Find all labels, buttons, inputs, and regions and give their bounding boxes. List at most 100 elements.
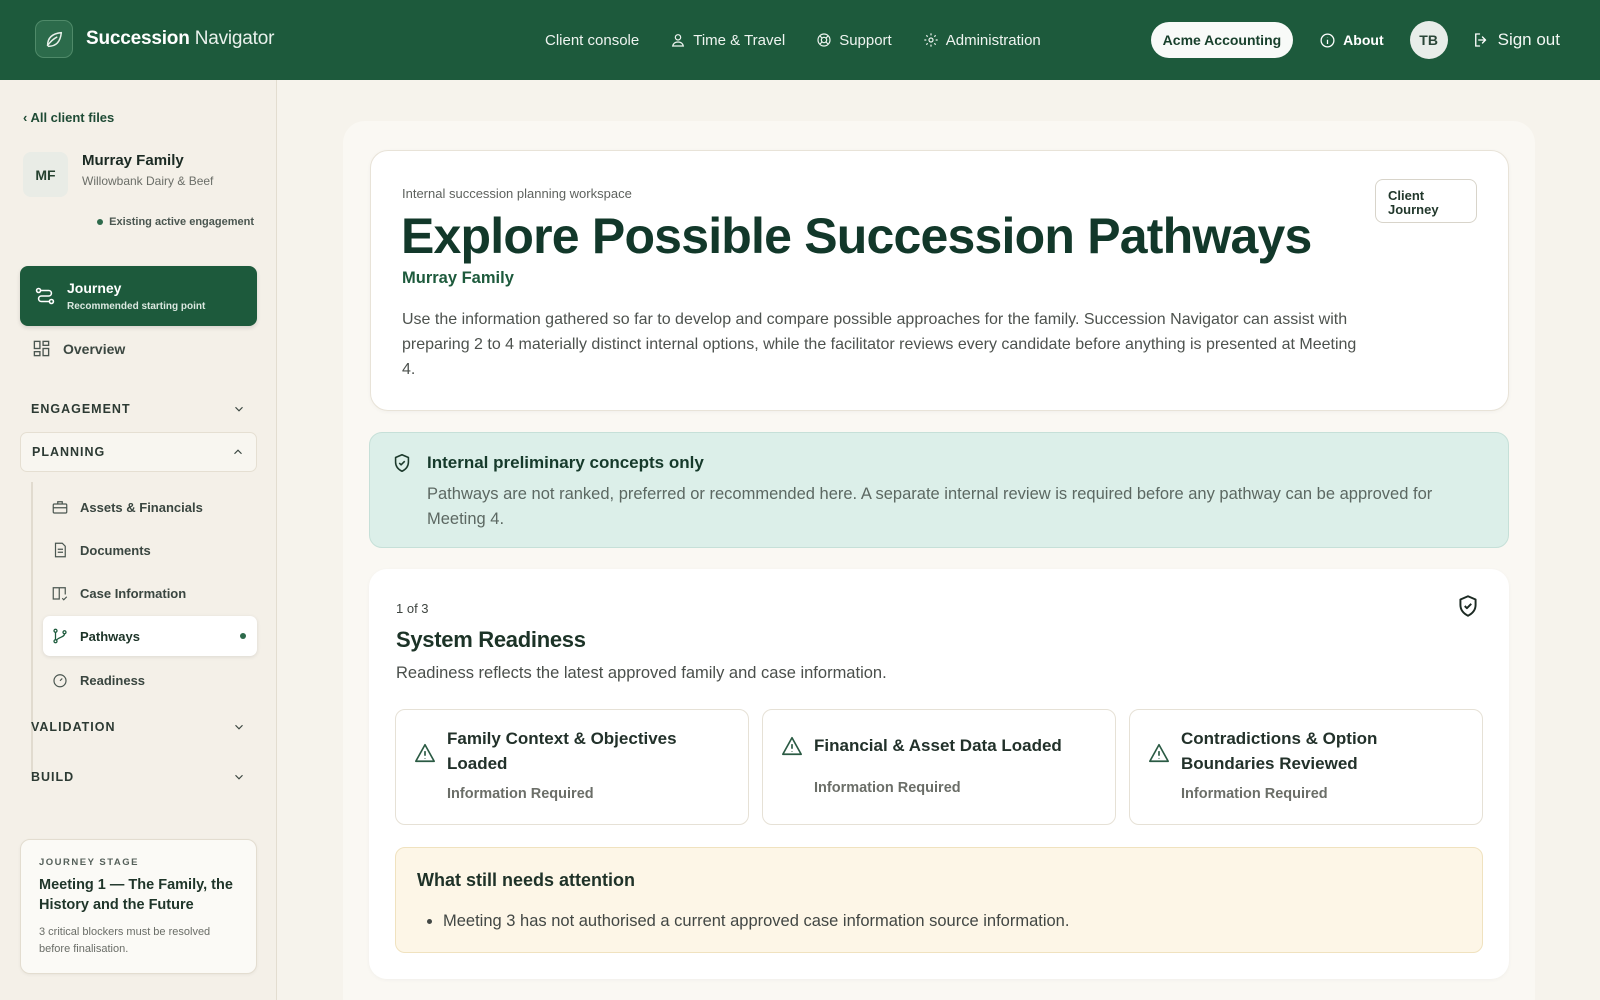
attention-panel: What still needs attention Meeting 3 has… (395, 847, 1483, 953)
nav-time-travel-label: Time & Travel (693, 31, 786, 49)
journey-stage-note: 3 critical blockers must be resolved bef… (39, 926, 211, 955)
journey-subtitle: Recommended starting point (67, 301, 206, 312)
page-eyebrow: Internal succession planning workspace (402, 186, 632, 201)
engagement-status-label: Existing active engagement (109, 216, 254, 228)
section-planning[interactable]: PLANNING (20, 432, 257, 472)
nav-support[interactable]: Support (816, 32, 892, 49)
grid-icon (33, 340, 50, 357)
check-status: Information Required (814, 780, 961, 796)
gear-icon (924, 33, 938, 47)
page-title: Explore Possible Succession Pathways (401, 208, 1312, 264)
journey-stage-title: Meeting 1 — The Family, the History and … (39, 877, 233, 913)
notice-title: Internal preliminary concepts only (427, 453, 704, 472)
readiness-subtitle: Readiness reflects the latest approved f… (396, 664, 887, 682)
sidebar-item-assets-financials[interactable]: Assets & Financials (43, 487, 257, 527)
sidebar-item-pathways[interactable]: Pathways (43, 616, 257, 656)
active-indicator-dot (240, 633, 246, 639)
nav-administration[interactable]: Administration (923, 32, 1041, 49)
about-link[interactable]: About (1319, 32, 1384, 49)
client-card: MF Murray Family Willowbank Dairy & Beef (23, 152, 213, 197)
attention-list: Meeting 3 has not authorised a current a… (443, 912, 1069, 931)
chevron-up-icon (234, 449, 242, 455)
brand[interactable]: Succession Navigator (35, 20, 274, 58)
section-validation[interactable]: VALIDATION (20, 707, 257, 747)
sidebar-item-case-information[interactable]: Case Information (43, 573, 257, 613)
warning-icon (782, 736, 802, 756)
shield-check-icon (394, 453, 410, 473)
top-bar: Succession Navigator Client console Time… (0, 0, 1600, 80)
sidebar-item-readiness[interactable]: Readiness (43, 660, 257, 700)
page-description: Use the information gathered so far to d… (402, 311, 1357, 378)
client-name: Murray Family (82, 152, 184, 169)
check-title: Family Context & Objectives Loaded (447, 729, 677, 773)
notice-body: Pathways are not ranked, preferred or re… (427, 485, 1433, 528)
readiness-check-contradictions[interactable]: Contradictions & Option Boundaries Revie… (1129, 709, 1483, 825)
attention-item: Meeting 3 has not authorised a current a… (443, 912, 1069, 931)
check-title: Contradictions & Option Boundaries Revie… (1181, 729, 1378, 773)
sign-out-label: Sign out (1497, 30, 1560, 49)
section-planning-label: PLANNING (32, 445, 106, 459)
document-icon (54, 542, 66, 558)
chevron-down-icon (235, 774, 243, 780)
nav-support-label: Support (839, 31, 892, 49)
journey-title: Journey (67, 280, 122, 296)
about-label: About (1343, 32, 1384, 48)
section-build-label: BUILD (31, 770, 75, 784)
client-business: Willowbank Dairy & Beef (82, 174, 214, 188)
internal-notice-banner: Internal preliminary concepts only Pathw… (369, 432, 1509, 548)
gauge-icon (53, 674, 67, 688)
sign-out-button[interactable]: Sign out (1472, 30, 1560, 50)
documents-label: Documents (80, 542, 151, 558)
section-build[interactable]: BUILD (20, 757, 257, 797)
readiness-check-financial-data[interactable]: Financial & Asset Data Loaded Informatio… (762, 709, 1116, 825)
leaf-logo-icon (35, 20, 73, 58)
readiness-label: Readiness (80, 672, 146, 688)
section-engagement[interactable]: ENGAGEMENT (20, 389, 257, 429)
brand-name: Succession Navigator (86, 28, 275, 49)
shield-check-icon (1459, 595, 1477, 617)
client-journey-button[interactable]: Client Journey (1375, 179, 1477, 223)
user-avatar[interactable]: TB (1409, 21, 1448, 59)
branch-icon (53, 628, 67, 644)
status-dot-icon (97, 219, 104, 225)
all-client-files-link[interactable]: ‹ All client files (23, 110, 114, 125)
nav-client-console[interactable]: Client console (545, 32, 639, 49)
nav-client-console-label: Client console (545, 31, 640, 49)
book-icon (52, 587, 68, 601)
chevron-down-icon (235, 406, 243, 412)
info-icon (1320, 32, 1335, 48)
section-validation-label: VALIDATION (31, 720, 116, 734)
case-information-label: Case Information (80, 585, 187, 601)
engagement-status: Existing active engagement (97, 216, 254, 228)
sign-out-icon (1474, 33, 1487, 47)
journey-stage-kicker: JOURNEY STAGE (39, 857, 139, 868)
system-readiness-card: 1 of 3 System Readiness Readiness reflec… (369, 569, 1509, 979)
top-navigation: Client console Time & Travel Support Adm… (545, 0, 1072, 80)
route-icon (35, 287, 55, 305)
organisation-switcher[interactable]: Acme Accounting (1150, 22, 1294, 58)
page-family-name: Murray Family (402, 269, 514, 287)
nav-time-travel[interactable]: Time & Travel (670, 32, 785, 49)
sidebar-item-overview[interactable]: Overview (32, 339, 125, 358)
sidebar: ‹ All client files MF Murray Family Will… (0, 80, 277, 1000)
overview-label: Overview (63, 340, 126, 357)
readiness-title: System Readiness (396, 627, 586, 652)
sidebar-item-documents[interactable]: Documents (43, 530, 257, 570)
person-icon (672, 34, 685, 47)
section-engagement-label: ENGAGEMENT (31, 402, 131, 416)
attention-title: What still needs attention (417, 870, 636, 890)
step-counter: 1 of 3 (396, 601, 429, 616)
briefcase-icon (52, 501, 68, 514)
lifebuoy-icon (817, 33, 831, 47)
warning-icon (415, 743, 435, 763)
readiness-check-family-context[interactable]: Family Context & Objectives Loaded Infor… (395, 709, 749, 825)
top-right-controls: Acme Accounting About TB Sign out (1150, 0, 1560, 80)
client-avatar: MF (23, 152, 68, 197)
page-header-card: Internal succession planning workspace E… (370, 150, 1509, 411)
check-status: Information Required (447, 786, 594, 802)
chevron-down-icon (235, 724, 243, 730)
assets-financials-label: Assets & Financials (80, 499, 203, 515)
pathways-label: Pathways (80, 628, 140, 644)
journey-button[interactable]: Journey Recommended starting point (20, 266, 257, 326)
check-title: Financial & Asset Data Loaded (814, 736, 1062, 755)
